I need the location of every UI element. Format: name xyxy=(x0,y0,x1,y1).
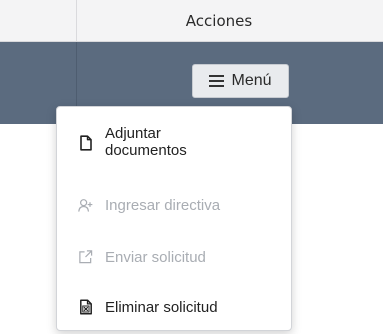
menu-item-adjuntar-documentos[interactable]: Adjuntar documentos xyxy=(57,121,291,165)
table-header-row: Acciones xyxy=(0,0,383,42)
actions-dropdown-menu: Adjuntar documentos Ingresar directiva E… xyxy=(56,106,292,331)
file-delete-icon xyxy=(78,299,93,315)
table-area: Acciones Menú Adjuntar documentos Ingres… xyxy=(0,0,383,334)
menu-item-enviar-solicitud[interactable]: Enviar solicitud xyxy=(57,247,291,267)
menu-item-eliminar-solicitud[interactable]: Eliminar solicitud xyxy=(57,297,291,317)
actions-column-header: Acciones xyxy=(185,12,253,30)
menu-item-ingresar-directiva[interactable]: Ingresar directiva xyxy=(57,195,291,215)
menu-item-label: Ingresar directiva xyxy=(105,197,221,214)
menu-item-label-line2: documentos xyxy=(105,142,187,159)
external-link-icon xyxy=(78,249,93,265)
menu-item-label-line1: Adjuntar xyxy=(105,125,161,142)
hamburger-icon xyxy=(209,75,225,87)
menu-button[interactable]: Menú xyxy=(192,64,289,98)
menu-item-label: Eliminar solicitud xyxy=(105,299,218,316)
menu-button-label: Menú xyxy=(231,72,272,89)
menu-item-label: Enviar solicitud xyxy=(105,249,206,266)
add-user-icon xyxy=(78,197,93,213)
document-icon xyxy=(78,135,93,151)
